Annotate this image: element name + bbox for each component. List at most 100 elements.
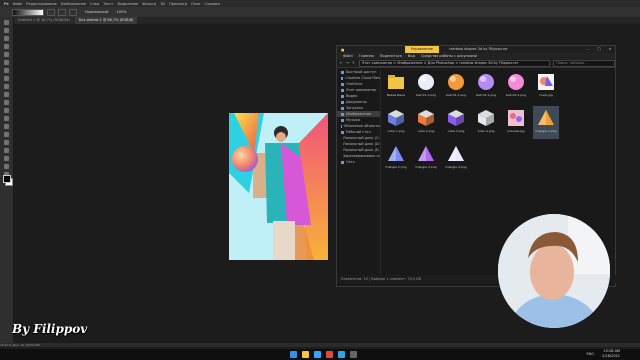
file-item[interactable]: triangle 2.png — [383, 142, 409, 175]
up-arrow-icon[interactable]: ↑ — [352, 61, 355, 65]
ribbon-home-tab[interactable]: Главная — [359, 54, 374, 58]
stamp-tool-icon[interactable] — [4, 84, 9, 89]
file-item[interactable]: ball 02-1.png — [443, 70, 469, 103]
file-thumbnail — [446, 144, 466, 164]
pen-tool-icon[interactable] — [4, 132, 9, 137]
document-canvas[interactable] — [229, 113, 328, 260]
gradient-swatch[interactable] — [12, 8, 44, 16]
history-brush-tool-icon[interactable] — [4, 92, 9, 97]
nav-folder-icon — [341, 70, 344, 74]
file-item[interactable]: cube 3.png — [443, 106, 469, 139]
file-item[interactable]: triangle 4.png — [443, 142, 469, 175]
menu-help[interactable]: Справка — [204, 2, 219, 6]
gradient-radial-button[interactable] — [58, 8, 66, 16]
type-tool-icon[interactable] — [4, 140, 9, 145]
move-tool-icon[interactable] — [4, 20, 9, 25]
lasso-tool-icon[interactable] — [4, 36, 9, 41]
address-row: ← → ↑ Этот компьютер > Изображения > Для… — [337, 59, 615, 68]
menu-layers[interactable]: Слои — [90, 2, 99, 6]
file-item[interactable]: triangle 1.png — [533, 106, 559, 139]
document-tab-2[interactable]: Без-имени-1 @ 66,7% (RGB/8) — [74, 17, 138, 24]
file-item[interactable]: cube 4.png — [473, 106, 499, 139]
file-thumbnail — [476, 72, 496, 92]
nav-item[interactable]: Сеть — [337, 159, 380, 165]
gradient-angle-button[interactable] — [69, 8, 77, 16]
opacity-field[interactable]: 100% — [116, 10, 126, 14]
menu-3d[interactable]: 3D — [160, 2, 165, 6]
brush-tool-icon[interactable] — [4, 76, 9, 81]
file-thumbnail — [386, 144, 406, 164]
file-name: triangle 3.png — [415, 165, 437, 169]
close-icon[interactable]: × — [605, 46, 615, 53]
file-item[interactable]: preview.jpg — [503, 106, 529, 139]
dodge-tool-icon[interactable] — [4, 124, 9, 129]
file-item[interactable]: ball 03-1.png — [473, 70, 499, 103]
magic-wand-tool-icon[interactable] — [4, 44, 9, 49]
eyedropper-tool-icon[interactable] — [4, 60, 9, 65]
foreground-color-swatch[interactable] — [3, 175, 11, 183]
file-name: ball 03-1.png — [476, 93, 496, 97]
nav-folder-icon — [341, 106, 344, 110]
file-name: triangle 1.png — [535, 129, 557, 133]
telegram-icon[interactable] — [338, 351, 345, 358]
file-item[interactable]: cover.jpg — [533, 70, 559, 103]
path-select-tool-icon[interactable] — [4, 148, 9, 153]
blend-mode-select[interactable]: Нормальный — [85, 10, 108, 14]
shape-tool-icon[interactable] — [4, 156, 9, 161]
menu-view[interactable]: Просмотр — [169, 2, 187, 6]
file-thumbnail — [506, 108, 526, 128]
document-tab-1[interactable]: Untitled-1 @ 16,7% (RGB/8#) — [14, 17, 74, 24]
file-item[interactable]: ball 04-1.png — [503, 70, 529, 103]
language-indicator[interactable]: ENG — [586, 352, 594, 356]
photoshop-icon[interactable] — [314, 351, 321, 358]
nav-item[interactable]: Зарезервировано сист — [337, 153, 380, 159]
file-item[interactable]: ball 01-1.png — [413, 70, 439, 103]
chrome-icon[interactable] — [326, 351, 333, 358]
ribbon-file-tab[interactable]: Файл — [343, 54, 353, 58]
blur-tool-icon[interactable] — [4, 116, 9, 121]
crop-tool-icon[interactable] — [4, 52, 9, 57]
obs-icon[interactable] — [350, 351, 357, 358]
forward-arrow-icon[interactable]: → — [346, 61, 349, 65]
maximize-icon[interactable]: □ — [594, 46, 604, 53]
nav-item-label: Сеть — [346, 160, 355, 164]
menu-select[interactable]: Выделение — [117, 2, 138, 6]
ribbon-view-tab[interactable]: Вид — [408, 54, 415, 58]
menu-image[interactable]: Изображение — [61, 2, 86, 6]
explorer-icon[interactable] — [302, 351, 309, 358]
marquee-tool-icon[interactable] — [4, 28, 9, 33]
cube-thumbnail — [448, 110, 464, 126]
menu-type[interactable]: Текст — [103, 2, 113, 6]
file-item[interactable]: Bebas Neue — [383, 70, 409, 103]
search-input[interactable]: Поиск: rainbow... — [553, 59, 615, 67]
ribbon-share-tab[interactable]: Поделиться — [380, 54, 402, 58]
healing-tool-icon[interactable] — [4, 68, 9, 73]
menu-filter[interactable]: Фильтр — [142, 2, 156, 6]
manage-tab[interactable]: Управление — [405, 46, 439, 53]
minimize-icon[interactable]: – — [583, 46, 593, 53]
file-item[interactable]: cube 1.png — [383, 106, 409, 139]
address-bar[interactable]: Этот компьютер > Изображения > Для Photo… — [358, 59, 551, 67]
file-name: cube 3.png — [447, 129, 465, 133]
eraser-tool-icon[interactable] — [4, 100, 9, 105]
menu-window[interactable]: Окно — [191, 2, 200, 6]
gradient-linear-button[interactable] — [47, 8, 55, 16]
preview-thumbnail — [508, 110, 524, 126]
clock-date: 2/16/2021 — [602, 354, 620, 358]
file-thumbnail — [386, 72, 406, 92]
hand-tool-icon[interactable] — [4, 164, 9, 169]
gradient-tool-icon[interactable] — [4, 108, 9, 113]
nav-folder-icon — [341, 124, 342, 128]
cover-thumbnail — [538, 74, 554, 90]
back-arrow-icon[interactable]: ← — [340, 61, 343, 65]
menu-edit[interactable]: Редактирование — [26, 2, 57, 6]
clock[interactable]: 10:28 AM 2/16/2021 — [602, 349, 620, 359]
file-name: triangle 2.png — [385, 165, 407, 169]
triangle-thumbnail — [388, 146, 404, 161]
ribbon-picture-tools-tab[interactable]: Средства работы с рисунками — [421, 54, 477, 58]
menu-file[interactable]: Файл — [13, 2, 23, 6]
watermark: By Filippov — [12, 322, 88, 336]
file-item[interactable]: triangle 3.png — [413, 142, 439, 175]
windows-icon[interactable] — [290, 351, 297, 358]
file-item[interactable]: cube 2.png — [413, 106, 439, 139]
